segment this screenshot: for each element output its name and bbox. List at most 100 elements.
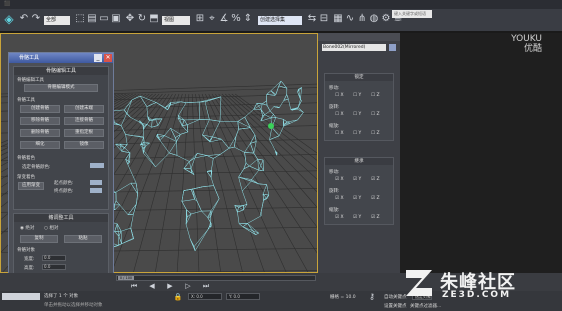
end-color-swatch[interactable]	[90, 188, 102, 193]
mesh-edge	[136, 193, 138, 205]
scale-icon[interactable]: ⬒	[148, 13, 160, 25]
lock-rotate-z[interactable]: ☐ Z	[371, 112, 380, 117]
x-coordinate-field[interactable]: X: 0.0	[188, 293, 222, 300]
minimize-button[interactable]: _	[94, 54, 102, 62]
delete-bone-button[interactable]: 删除骨骼	[20, 129, 60, 137]
app-icon[interactable]: ⬛	[4, 1, 10, 7]
maxscript-listener[interactable]	[2, 293, 40, 300]
mesh-edge	[143, 153, 156, 168]
redo-icon[interactable]: ↷	[30, 13, 42, 25]
rollout-title[interactable]: 锁定	[325, 74, 393, 81]
lock-move-z[interactable]: ☐ Z	[371, 93, 380, 98]
create-bones-button[interactable]: 创建骨骼	[20, 105, 60, 113]
mesh-edge	[238, 223, 244, 228]
snap-icon[interactable]: ⌖	[206, 13, 218, 25]
axis-label: X	[340, 112, 344, 117]
close-button[interactable]: ✕	[104, 54, 112, 62]
angle-snap-icon[interactable]: ∡	[218, 13, 230, 25]
rollout-title[interactable]: 继承	[325, 158, 393, 165]
select-icon[interactable]: ⬚	[74, 13, 86, 25]
region-select-icon[interactable]: ▭	[98, 13, 110, 25]
inherit-rotate-z[interactable]: ☑ Z	[371, 196, 380, 201]
section-title[interactable]: 骨骼编辑工具	[14, 67, 108, 75]
lock-rotate-y[interactable]: ☐ Y	[353, 112, 361, 117]
width-field[interactable]: 0.0	[42, 255, 66, 261]
lock-scale-y[interactable]: ☐ Y	[353, 131, 361, 136]
inherit-rotate-label: 旋转:	[329, 189, 340, 194]
inherit-scale-z[interactable]: ☑ Z	[371, 215, 380, 220]
render-setup-icon[interactable]: ⚙	[380, 13, 392, 25]
lock-scale-z[interactable]: ☐ Z	[371, 131, 380, 136]
object-color-swatch[interactable]	[389, 44, 396, 51]
y-coordinate-field[interactable]: Y: 0.0	[226, 293, 260, 300]
window-crossing-icon[interactable]: ▣	[110, 13, 122, 25]
command-panel-tabs[interactable]	[318, 33, 400, 41]
height-label: 高度:	[24, 266, 35, 271]
inherit-rotate-x[interactable]: ☑ X	[335, 196, 344, 201]
inherit-move-z[interactable]: ☑ Z	[371, 177, 380, 182]
set-key-icon[interactable]: ⚷	[366, 291, 378, 303]
dialog-title-bar[interactable]: 骨骼工具 _ ✕	[9, 53, 113, 63]
section-title[interactable]: 鳍调整工具	[14, 214, 108, 222]
inherit-move-y[interactable]: ☑ Y	[353, 177, 361, 182]
grid-line	[155, 93, 186, 272]
filter-combo[interactable]: 全部	[44, 16, 70, 25]
pivot-icon[interactable]: ⊞	[194, 13, 206, 25]
mesh-edge	[127, 164, 137, 184]
lock-scale-x[interactable]: ☐ X	[335, 131, 344, 136]
mirror-icon[interactable]: ⇆	[306, 13, 318, 25]
named-selection-combo[interactable]: 创建选择集	[258, 16, 302, 25]
move-icon[interactable]: ✥	[124, 13, 136, 25]
layer-icon[interactable]: ▦	[332, 13, 344, 25]
inherit-scale-y[interactable]: ☑ Y	[353, 215, 361, 220]
absolute-radio[interactable]: ◉ 绝对	[20, 225, 34, 231]
inherit-move-label: 移动:	[329, 170, 340, 175]
mirror-button[interactable]: 镜像	[64, 141, 104, 149]
inherit-scale-x[interactable]: ☑ X	[335, 215, 344, 220]
select-by-name-icon[interactable]: ▤	[86, 13, 98, 25]
spinner-snap-icon[interactable]: ⇕	[242, 13, 254, 25]
paste-button[interactable]: 粘贴	[64, 235, 102, 243]
rotate-icon[interactable]: ↻	[136, 13, 148, 25]
remove-bone-button[interactable]: 移除骨骼	[20, 117, 60, 125]
curve-editor-icon[interactable]: ∿	[344, 13, 356, 25]
height-field[interactable]: 0.0	[42, 264, 66, 270]
apply-gradient-button[interactable]: 应用渐变	[18, 182, 44, 190]
selected-bone-color-swatch[interactable]	[90, 163, 104, 168]
schematic-icon[interactable]: ⋔	[356, 13, 368, 25]
bone-edit-mode-button[interactable]: 骨骼编辑模式	[24, 84, 98, 92]
mesh-edge	[139, 120, 145, 127]
create-end-button[interactable]: 创建末端	[64, 105, 104, 113]
refine-button[interactable]: 细化	[20, 141, 60, 149]
percent-snap-icon[interactable]: %	[230, 13, 242, 25]
inherit-rotate-y[interactable]: ☑ Y	[353, 196, 361, 201]
copy-button[interactable]: 复制	[20, 235, 58, 243]
lock-rotate-x[interactable]: ☐ X	[335, 112, 344, 117]
help-search-input[interactable]: 键入关键字或短语	[392, 10, 432, 18]
undo-icon[interactable]: ↶	[18, 13, 30, 25]
app-logo-icon[interactable]: ◈	[3, 13, 15, 25]
start-color-swatch[interactable]	[90, 180, 102, 185]
object-name-field[interactable]: Bone002(Mirrored)	[322, 44, 386, 51]
axis-label: Z	[376, 93, 380, 98]
align-icon[interactable]: ⊟	[318, 13, 330, 25]
zhufeng-logo-icon	[406, 270, 432, 296]
mesh-edge	[273, 114, 277, 118]
mesh-edge	[191, 186, 204, 190]
lock-selection-icon[interactable]: 🔒	[172, 291, 184, 303]
reassign-root-button[interactable]: 重指定根	[64, 129, 104, 137]
connect-bones-button[interactable]: 连接骨骼	[64, 117, 104, 125]
mesh-edge	[266, 105, 271, 112]
youku-watermark: YOUKU 优酷	[511, 34, 542, 54]
lock-move-x[interactable]: ☐ X	[335, 93, 344, 98]
reference-coord-combo[interactable]: 视图	[162, 16, 190, 25]
grid-line	[133, 93, 183, 272]
mesh-edge	[235, 129, 239, 137]
selected-bone-marker[interactable]	[268, 123, 274, 129]
mesh-edge	[213, 185, 220, 199]
zhufeng-watermark: 朱峰社区 ZE3D.COM	[402, 266, 552, 306]
relative-radio[interactable]: ○ 相对	[44, 225, 58, 231]
inherit-move-x[interactable]: ☑ X	[335, 177, 344, 182]
lock-move-y[interactable]: ☐ Y	[353, 93, 361, 98]
material-editor-icon[interactable]: ◍	[368, 13, 380, 25]
